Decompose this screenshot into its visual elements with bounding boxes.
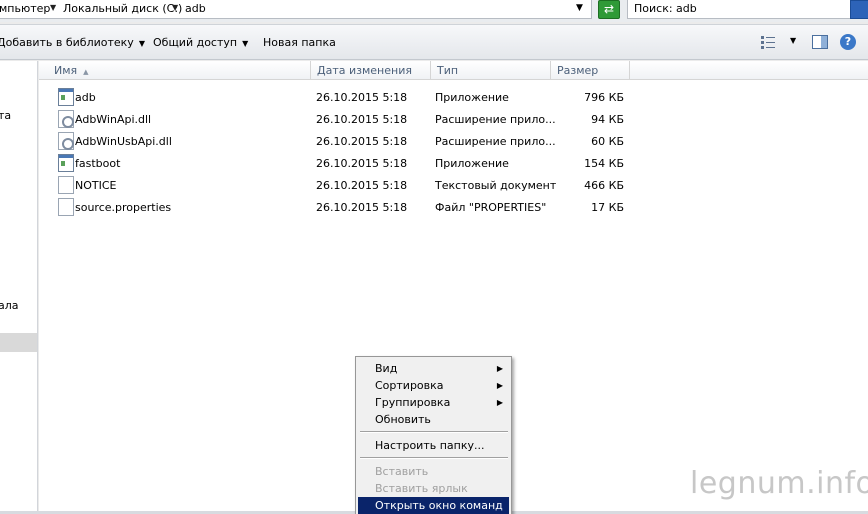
breadcrumb-local-disk[interactable]: Локальный диск (C:) [63,2,182,15]
help-icon[interactable]: ? [840,34,856,50]
document-icon [58,198,74,216]
address-field[interactable]: мпьютер ▼ Локальный диск (C:) ▼ adb ▼ [0,0,592,19]
dll-icon [58,132,74,150]
submenu-arrow-icon: ▶ [496,381,503,390]
view-options-icon[interactable] [760,35,776,49]
sort-up-icon: ▲ [83,68,89,76]
search-icon[interactable] [850,0,868,19]
file-type: Расширение прило... [435,135,556,148]
column-type[interactable]: Тип [431,61,551,80]
menu-separator [360,431,508,433]
chevron-down-icon[interactable]: ▼ [172,3,178,12]
menu-item-sort-label: Сортировка [375,379,444,392]
column-name[interactable]: Имя ▲ [39,61,311,80]
table-row[interactable]: adb 26.10.2015 5:18 Приложение 796 КБ [39,87,868,109]
file-type: Расширение прило... [435,113,556,126]
submenu-arrow-icon: ▶ [496,364,503,373]
nav-item-fragment[interactable]: ала [0,299,19,312]
file-size: 60 КБ [591,135,624,148]
command-toolbar: Добавить в библиотеку ▼ Общий доступ ▼ Нов… [0,24,868,60]
table-row[interactable]: fastboot 26.10.2015 5:18 Приложение 154 … [39,153,868,175]
breadcrumb-adb[interactable]: adb [185,2,206,15]
menu-item-group[interactable]: Группировка ▶ [358,394,509,411]
chevron-down-icon: ▼ [242,39,249,48]
file-date: 26.10.2015 5:18 [316,179,408,192]
share-button[interactable]: Общий доступ ▼ [153,36,248,49]
file-name: fastboot [75,157,121,170]
menu-item-paste[interactable]: Вставить [358,463,509,480]
menu-item-paste-shortcut[interactable]: Вставить ярлык [358,480,509,497]
add-to-library-label: Добавить в библиотеку [0,36,134,49]
file-name: source.properties [75,201,172,214]
menu-item-sort[interactable]: Сортировка ▶ [358,377,509,394]
watermark: legnum.info [690,466,868,501]
share-label: Общий доступ [153,36,238,49]
preview-pane-icon[interactable] [812,35,828,49]
menu-separator [360,457,508,459]
menu-item-view-label: Вид [375,362,398,375]
file-size: 94 КБ [591,113,624,126]
table-row[interactable]: AdbWinUsbApi.dll 26.10.2015 5:18 Расшире… [39,131,868,153]
file-type: Файл "PROPERTIES" [435,201,547,214]
breadcrumb-computer[interactable]: мпьютер [0,2,50,15]
file-type: Текстовый документ [435,179,557,192]
search-text: Поиск: adb [634,2,697,15]
menu-item-view[interactable]: Вид ▶ [358,360,509,377]
address-bar: мпьютер ▼ Локальный диск (C:) ▼ adb ▼ ⇄ … [0,0,868,22]
file-name: adb [75,91,96,104]
menu-item-group-label: Группировка [375,396,451,409]
navigation-pane[interactable]: та ала [0,61,38,514]
file-size: 466 КБ [584,179,624,192]
search-input[interactable]: Поиск: adb [627,0,851,19]
document-icon [58,176,74,194]
file-size: 154 КБ [584,157,624,170]
context-menu: Вид ▶ Сортировка ▶ Группировка ▶ Обновить Н… [355,356,512,514]
view-dropdown-icon[interactable]: ▼ [790,36,796,45]
file-type: Приложение [435,91,509,104]
menu-item-open-command-window[interactable]: Открыть окно команд [358,497,509,514]
nav-item-selected[interactable] [0,333,37,352]
new-folder-button[interactable]: Новая папка [263,36,336,49]
menu-item-refresh[interactable]: Обновить [358,411,509,428]
application-icon [58,88,74,106]
menu-item-customize-folder[interactable]: Настроить папку... [358,437,509,454]
application-icon [58,154,74,172]
add-to-library-button[interactable]: Добавить в библиотеку ▼ [0,36,145,49]
file-size: 17 КБ [591,201,624,214]
address-dropdown-icon[interactable]: ▼ [576,3,583,13]
file-date: 26.10.2015 5:18 [316,201,408,214]
file-date: 26.10.2015 5:18 [316,113,408,126]
file-name: AdbWinApi.dll [75,113,152,126]
table-row[interactable]: AdbWinApi.dll 26.10.2015 5:18 Расширение… [39,109,868,131]
column-name-label: Имя [54,64,78,77]
column-date[interactable]: Дата изменения [311,61,431,80]
submenu-arrow-icon: ▶ [496,398,503,407]
file-name: NOTICE [75,179,117,192]
file-date: 26.10.2015 5:18 [316,91,408,104]
nav-item-fragment[interactable]: та [0,109,11,122]
chevron-down-icon[interactable]: ▼ [50,3,56,12]
chevron-down-icon: ▼ [138,39,145,48]
file-name: AdbWinUsbApi.dll [75,135,172,148]
column-header-row: Имя ▲ Дата изменения Тип Размер [39,61,868,80]
column-size[interactable]: Размер [551,61,630,80]
file-size: 796 КБ [584,91,624,104]
file-type: Приложение [435,157,509,170]
file-date: 26.10.2015 5:18 [316,135,408,148]
refresh-button[interactable]: ⇄ [598,0,620,19]
file-date: 26.10.2015 5:18 [316,157,408,170]
table-row[interactable]: source.properties 26.10.2015 5:18 Файл "… [39,197,868,219]
table-row[interactable]: NOTICE 26.10.2015 5:18 Текстовый докумен… [39,175,868,197]
dll-icon [58,110,74,128]
